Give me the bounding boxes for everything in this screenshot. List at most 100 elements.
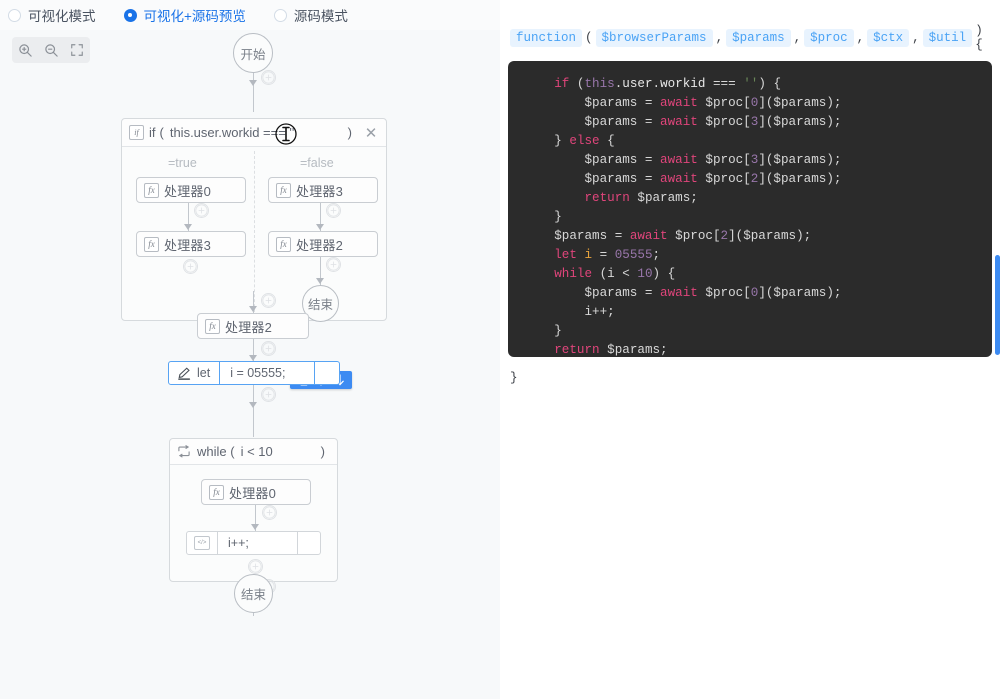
fx-icon: fx (205, 318, 220, 334)
add-node-button-4[interactable] (261, 387, 276, 402)
true-branch-processor-1[interactable]: fx 处理器3 (136, 231, 246, 257)
function-closing-brace: } (510, 371, 518, 385)
while-condition-input[interactable]: i < 10 (241, 444, 273, 459)
add-node-button-2[interactable] (261, 293, 276, 308)
processor-node-after-if[interactable]: fx 处理器2 (197, 313, 309, 339)
if-condition-input[interactable]: this.user.workid === '' (170, 125, 295, 140)
let-value-input[interactable]: i = 05555; (220, 362, 315, 384)
processor-label: 处理器0 (229, 485, 277, 501)
flow-canvas[interactable]: 开始 if if ( this.user.workid === '' ) ✕ =… (0, 30, 500, 699)
if-block-close-button[interactable]: ✕ (358, 124, 384, 142)
mode-label-visual: 可视化模式 (28, 9, 96, 24)
processor-label: 处理器3 (296, 183, 344, 199)
mode-selector-bar: 可视化模式 可视化+源码预览 源码模式 (0, 0, 500, 30)
code-line-6: return $params; (584, 191, 698, 205)
page-scrollbar[interactable] (995, 255, 1000, 355)
signature-param-4: $util (922, 29, 973, 47)
signature-comma-2: , (856, 31, 865, 45)
add-node-button-false-1[interactable] (326, 203, 341, 218)
if-block-header[interactable]: if if ( this.user.workid === '' ) ✕ (122, 119, 386, 147)
flow-start-node[interactable]: 开始 (233, 33, 273, 73)
radio-icon-visual[interactable] (8, 8, 21, 22)
add-node-button-while-2[interactable] (248, 559, 263, 574)
fx-icon: fx (276, 182, 291, 198)
signature-paren-close: ) { (975, 24, 983, 52)
signature-param-3: $ctx (867, 29, 910, 47)
signature-param-1: $params (726, 29, 791, 47)
end-node-label: 结束 (240, 588, 266, 602)
add-node-button-1[interactable] (261, 70, 276, 85)
if-paren-open: ( (159, 125, 164, 140)
flow-end-node[interactable]: 结束 (234, 574, 273, 613)
code-line-0: if (this.user.workid === '') { (554, 77, 782, 91)
while-keyword: while ( (197, 444, 235, 459)
code-line-4: $params = await $proc[3]($params); (524, 153, 842, 167)
while-block-header[interactable]: while ( i < 10 ) (170, 439, 337, 465)
let-node-trailing-cell[interactable] (315, 362, 339, 384)
mode-option-visual-code[interactable]: 可视化+源码预览 (123, 5, 246, 25)
fx-icon: fx (276, 236, 291, 252)
signature-param-0: $browserParams (595, 29, 713, 47)
while-body-processor[interactable]: fx 处理器0 (201, 479, 311, 505)
pencil-icon (177, 366, 192, 380)
code-block[interactable]: if (this.user.workid === '') { $params =… (508, 61, 992, 357)
processor-label: 处理器2 (225, 319, 273, 335)
code-line-2: $params = await $proc[3]($params); (524, 115, 842, 129)
add-node-button-false-2[interactable] (326, 257, 341, 272)
code-line-12: i++; (524, 305, 615, 319)
false-branch-processor-1[interactable]: fx 处理器2 (268, 231, 378, 257)
mode-label-source: 源码模式 (293, 9, 348, 24)
branch-divider (254, 151, 255, 317)
arrowhead-true-1 (184, 224, 192, 230)
connector-let-to-while (253, 385, 254, 437)
signature-comma-0: , (715, 31, 724, 45)
arrowhead-false-1 (316, 224, 324, 230)
increment-statement-node[interactable]: </> i++; (186, 531, 321, 555)
if-keyword: if (149, 125, 156, 140)
mode-label-visual-code: 可视化+源码预览 (143, 9, 246, 24)
connector-start-to-if (253, 73, 254, 112)
signature-function-keyword: function (510, 29, 583, 47)
code-line-3: } else { (524, 134, 615, 148)
let-keyword-label: let (197, 366, 211, 380)
mode-option-visual[interactable]: 可视化模式 (8, 5, 96, 25)
let-keyword-cell[interactable]: let (169, 362, 221, 384)
radio-icon-visual-code[interactable] (123, 8, 137, 22)
end-node-label: 结束 (307, 298, 333, 312)
code-line-5: $params = await $proc[2]($params); (524, 172, 842, 186)
fx-icon: fx (144, 182, 159, 198)
while-block[interactable]: while ( i < 10 ) fx 处理器0 </> i++; (169, 438, 338, 582)
loop-icon (177, 444, 191, 459)
add-node-button-true-1[interactable] (194, 203, 209, 218)
zoom-out-button[interactable] (38, 37, 64, 63)
if-icon: if (129, 125, 144, 140)
zoom-in-button[interactable] (12, 37, 38, 63)
mode-option-source[interactable]: 源码模式 (273, 5, 348, 25)
false-branch-processor-0[interactable]: fx 处理器3 (268, 177, 378, 203)
fit-screen-button[interactable] (64, 37, 90, 63)
if-paren-close: ) (347, 125, 352, 140)
radio-icon-source[interactable] (273, 8, 287, 22)
code-line-7: } (524, 210, 562, 224)
if-block[interactable]: if if ( this.user.workid === '' ) ✕ =tru… (121, 118, 387, 322)
code-line-8: $params = await $proc[2]($params); (524, 229, 812, 243)
add-node-button-true-2[interactable] (183, 259, 198, 274)
code-line-13: } (524, 324, 562, 338)
incr-icon-cell[interactable]: </> (187, 532, 218, 554)
incr-value-input[interactable]: i++; (218, 532, 298, 554)
code-line-9: let i = 05555; (554, 248, 661, 262)
true-branch-processor-0[interactable]: fx 处理器0 (136, 177, 246, 203)
canvas-zoom-toolbar (12, 37, 90, 63)
add-node-button-3[interactable] (261, 341, 276, 356)
signature-comma-1: , (793, 31, 802, 45)
let-statement-node[interactable]: let i = 05555; (168, 361, 340, 385)
processor-label: 处理器3 (164, 237, 212, 253)
fx-icon: fx (144, 236, 159, 252)
add-node-button-while-1[interactable] (262, 505, 277, 520)
start-node-label: 开始 (240, 47, 266, 62)
branch-label-false: =false (300, 156, 334, 170)
code-preview-panel: function ( $browserParams , $params , $p… (500, 0, 1000, 699)
code-line-10: while (i < 10) { (554, 267, 676, 281)
signature-paren-open: ( (585, 31, 593, 45)
incr-node-trailing-cell[interactable] (298, 532, 320, 554)
